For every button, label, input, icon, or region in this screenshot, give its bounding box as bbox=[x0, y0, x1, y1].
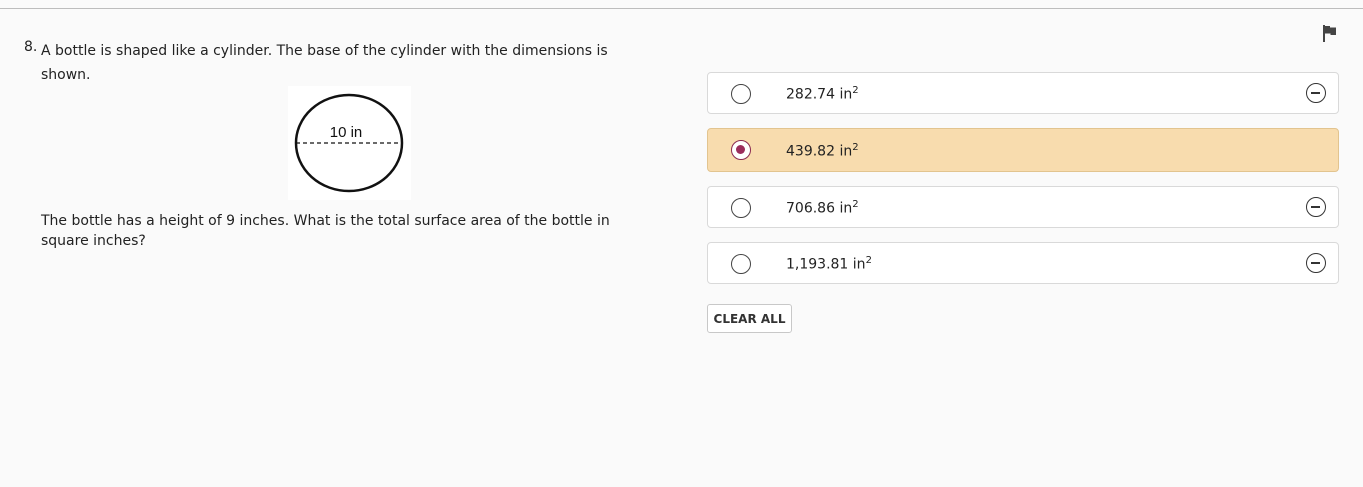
flag-icon[interactable] bbox=[1320, 23, 1340, 43]
radio-button[interactable] bbox=[731, 140, 751, 160]
answer-choice[interactable]: 282.74 in2 bbox=[707, 72, 1339, 114]
choice-label: 1,193.81 in2 bbox=[786, 255, 872, 273]
top-divider bbox=[0, 8, 1363, 9]
answer-choice[interactable]: 1,193.81 in2 bbox=[707, 242, 1339, 284]
eliminate-choice-icon[interactable] bbox=[1306, 197, 1326, 217]
eliminate-choice-icon[interactable] bbox=[1306, 83, 1326, 103]
choice-label: 282.74 in2 bbox=[786, 85, 859, 103]
choice-label: 706.86 in2 bbox=[786, 199, 859, 217]
cylinder-base-figure: 10 in bbox=[288, 86, 411, 200]
question-text-intro: A bottle is shaped like a cylinder. The … bbox=[41, 43, 608, 83]
answer-choice-selected[interactable]: 439.82 in2 bbox=[707, 128, 1339, 172]
diameter-label: 10 in bbox=[330, 124, 363, 141]
answer-choice[interactable]: 706.86 in2 bbox=[707, 186, 1339, 228]
radio-button[interactable] bbox=[731, 84, 751, 104]
radio-button[interactable] bbox=[731, 254, 751, 274]
radio-button[interactable] bbox=[731, 198, 751, 218]
eliminate-choice-icon[interactable] bbox=[1306, 253, 1326, 273]
question-text-prompt: The bottle has a height of 9 inches. Wha… bbox=[41, 213, 610, 249]
choice-label: 439.82 in2 bbox=[786, 142, 859, 160]
clear-all-button[interactable]: CLEAR ALL bbox=[707, 304, 792, 333]
question-number: 8. bbox=[24, 39, 38, 55]
